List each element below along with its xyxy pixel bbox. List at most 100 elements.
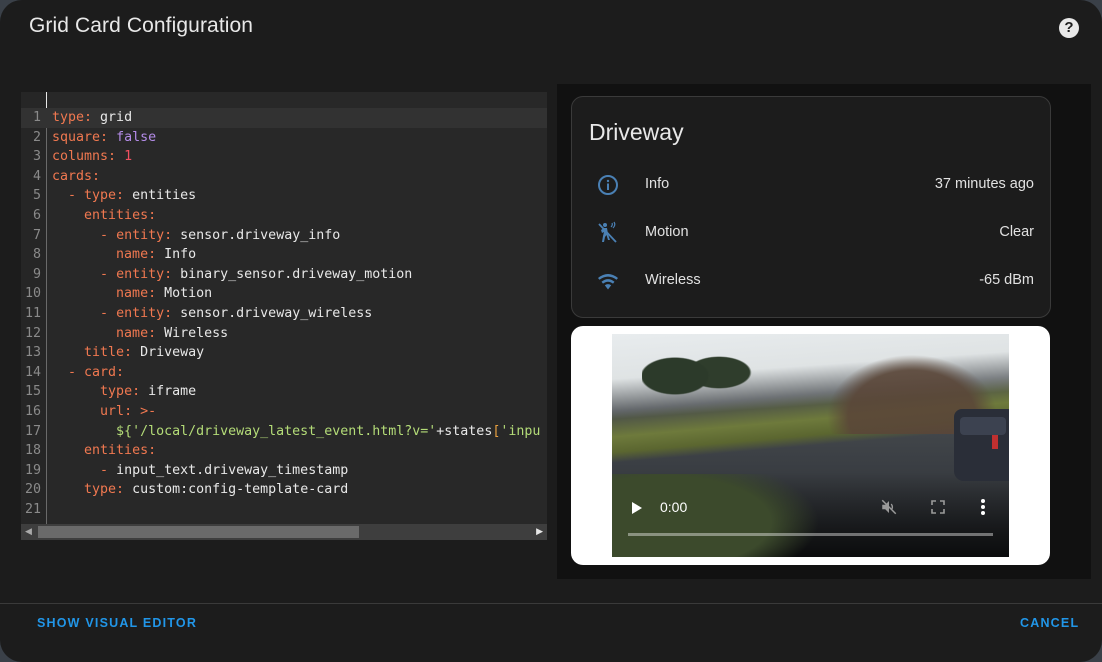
code-line[interactable]: 13 title: Driveway (21, 343, 547, 363)
code-line[interactable]: 2 square: false (21, 128, 547, 148)
line-content: url: >- (52, 402, 156, 422)
scrollbar-thumb[interactable] (38, 526, 359, 538)
yaml-value: binary_sensor.driveway_motion (180, 266, 413, 282)
line-number: 2 (32, 129, 41, 145)
play-icon[interactable] (632, 502, 642, 514)
yaml-key: type: (100, 384, 141, 400)
code-line[interactable]: 1 type: grid (21, 108, 547, 128)
entity-name: Motion (645, 224, 689, 240)
yaml-key: name: (116, 325, 157, 341)
code-line[interactable]: 9 - entity: binary_sensor.driveway_motio… (21, 265, 547, 285)
line-content: square: false (52, 128, 156, 148)
yaml-code-editor[interactable]: 1 type: grid 2 square: false 3 columns: 1 4 car… (21, 92, 547, 540)
code-line[interactable]: 10 name: Motion (21, 284, 547, 304)
code-line[interactable]: 11 - entity: sensor.driveway_wireless (21, 304, 547, 324)
entity-row-info[interactable]: Info 37 minutes ago (572, 165, 1050, 205)
yaml-value: false (116, 129, 157, 145)
entity-state: 37 minutes ago (934, 176, 1034, 192)
line-number: 4 (32, 168, 41, 184)
code-line[interactable]: 20 type: custom:config-template-card (21, 480, 547, 500)
line-number: 19 (24, 462, 41, 478)
code-line[interactable]: 17 ${'/local/driveway_latest_event.html?… (21, 422, 547, 442)
line-content: name: Info (52, 245, 196, 265)
line-content: name: Wireless (52, 324, 228, 344)
line-number: 13 (24, 345, 41, 361)
yaml-key: url: (100, 403, 133, 419)
line-content: cards: (52, 167, 100, 187)
code-line[interactable]: 8 name: Info (21, 245, 547, 265)
card-title: Driveway (589, 119, 684, 145)
line-number: 8 (32, 247, 41, 263)
grid-card-config-dialog: Grid Card Configuration ? 1 type: grid 2 sq… (0, 0, 1102, 662)
code-line[interactable]: 5 - type: entities (21, 186, 547, 206)
help-icon[interactable]: ? (1059, 18, 1079, 38)
entities-card: Driveway Info 37 minutes ago Motion Clea… (571, 96, 1051, 318)
yaml-key: entities: (84, 207, 157, 223)
line-number: 9 (32, 266, 41, 282)
line-content: - type: entities (52, 186, 196, 206)
yaml-value: 1 (124, 149, 133, 165)
entity-name: Info (645, 176, 670, 192)
code-line[interactable]: 14 - card: (21, 363, 547, 383)
line-content: name: Motion (52, 284, 212, 304)
video-frame-car (954, 409, 1009, 481)
yaml-value: sensor.driveway_info (180, 227, 341, 243)
entity-row-motion[interactable]: Motion Clear (572, 213, 1050, 253)
volume-off-icon[interactable] (880, 498, 898, 516)
line-content: columns: 1 (52, 147, 132, 167)
code-line[interactable]: 3 columns: 1 (21, 147, 547, 167)
motion-sensor-off-icon (598, 221, 617, 243)
show-visual-editor-button[interactable]: Show Visual Editor (37, 616, 197, 630)
line-number: 16 (24, 403, 41, 419)
yaml-template-open: ${ (116, 423, 133, 439)
more-vertical-icon[interactable] (980, 498, 986, 516)
text-cursor (46, 92, 47, 108)
yaml-value: Info (164, 247, 197, 263)
horizontal-scrollbar[interactable]: ◀ ▶ (21, 524, 547, 540)
yaml-value: custom:config-template-card (132, 482, 349, 498)
line-content: - entity: sensor.driveway_wireless (52, 304, 372, 324)
code-line[interactable]: 6 entities: (21, 206, 547, 226)
entity-name: Wireless (645, 272, 701, 288)
chevron-left-icon[interactable]: ◀ (25, 526, 32, 537)
line-number: 1 (32, 110, 41, 125)
yaml-value: >- (140, 403, 157, 419)
wifi-icon (598, 274, 618, 290)
entity-state: -65 dBm (979, 272, 1034, 288)
line-content: type: iframe (52, 382, 196, 402)
chevron-right-icon[interactable]: ▶ (536, 526, 543, 537)
yaml-key: square: (52, 129, 109, 145)
yaml-dash: - (100, 266, 117, 282)
yaml-key: columns: (52, 149, 117, 165)
driveway-video-player[interactable]: 0:00 (612, 334, 1009, 557)
yaml-value: Motion (164, 286, 213, 302)
code-line[interactable]: 18 entities: (21, 441, 547, 461)
yaml-value: iframe (148, 384, 197, 400)
dialog-title: Grid Card Configuration (29, 14, 254, 37)
yaml-dash: - (100, 462, 117, 478)
line-number: 3 (32, 149, 41, 165)
line-number: 18 (24, 443, 41, 459)
video-progress-bar[interactable] (628, 533, 993, 536)
yaml-dash: - (68, 364, 85, 380)
information-outline-icon (598, 175, 618, 195)
line-content: - entity: sensor.driveway_info (52, 226, 340, 246)
code-line[interactable]: 4 cards: (21, 167, 547, 187)
code-line[interactable]: 19 - input_text.driveway_timestamp (21, 461, 547, 481)
yaml-value: Driveway (140, 345, 205, 361)
code-line[interactable]: 21 (21, 500, 547, 520)
entity-state: Clear (999, 224, 1034, 240)
line-number: 12 (24, 325, 41, 341)
code-line[interactable]: 16 url: >- (21, 402, 547, 422)
yaml-expression: +states (436, 423, 493, 439)
code-line[interactable]: 12 name: Wireless (21, 324, 547, 344)
fullscreen-icon[interactable] (931, 500, 945, 514)
code-line[interactable]: 15 type: iframe (21, 382, 547, 402)
line-number: 17 (24, 423, 41, 439)
code-line[interactable]: 7 - entity: sensor.driveway_info (21, 226, 547, 246)
entity-row-wireless[interactable]: Wireless -65 dBm (572, 261, 1050, 301)
yaml-key: cards: (52, 168, 101, 184)
code-lines[interactable]: 1 type: grid 2 square: false 3 columns: 1 4 car… (21, 108, 547, 519)
cancel-button[interactable]: Cancel (1020, 616, 1079, 630)
yaml-dash: - (100, 305, 117, 321)
